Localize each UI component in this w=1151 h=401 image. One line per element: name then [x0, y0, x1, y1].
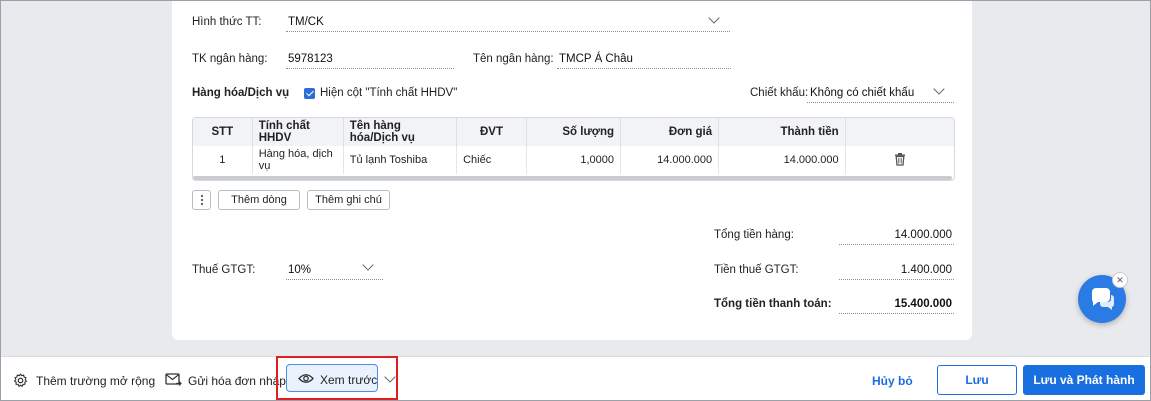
- payment-method-label: Hình thức TT:: [192, 16, 262, 28]
- footer-toolbar: Thêm trường mở rộng Gửi hóa đơn nháp Xem…: [1, 356, 1150, 400]
- preview-label: Xem trước: [320, 373, 378, 387]
- discount-select[interactable]: Không có chiết khấu: [810, 87, 914, 99]
- add-row-button[interactable]: Thêm dòng: [218, 190, 300, 210]
- vat-amount-label: Tiền thuế GTGT:: [714, 264, 799, 276]
- invoice-window: Hình thức TT: TM/CK TK ngân hàng: 597812…: [0, 0, 1151, 401]
- col-header-stt: STT: [193, 118, 253, 146]
- gear-icon: [13, 373, 28, 387]
- bank-account-input[interactable]: 5978123: [288, 53, 333, 65]
- cell-quantity[interactable]: 1,0000: [526, 146, 622, 174]
- goods-section-title: Hàng hóa/Dịch vụ: [192, 87, 290, 99]
- vat-amount-value: 1.400.000: [900, 264, 952, 276]
- goods-table: STT Tính chất HHDV Tên hàng hóa/Dịch vụ …: [192, 117, 955, 181]
- discount-label: Chiết khấu:: [750, 87, 809, 99]
- bank-account-label: TK ngân hàng:: [192, 53, 268, 65]
- bank-account-underline: [286, 68, 454, 69]
- col-header-name: Tên hàng hóa/Dịch vụ: [343, 118, 458, 146]
- close-icon[interactable]: ✕: [1112, 272, 1128, 288]
- vat-rate-label: Thuế GTGT:: [192, 264, 256, 276]
- payment-method-underline: [286, 31, 730, 32]
- col-header-nature: Tính chất HHDV: [252, 118, 344, 146]
- cancel-button[interactable]: Hủy bỏ: [872, 374, 913, 388]
- vat-rate-underline: [286, 279, 383, 280]
- goods-total-label: Tổng tiền hàng:: [714, 229, 794, 241]
- col-header-amount: Thành tiền: [718, 118, 846, 146]
- vat-amount-underline: [839, 279, 954, 280]
- bank-name-underline: [557, 68, 731, 69]
- cell-unit-price[interactable]: 14.000.000: [620, 146, 720, 174]
- goods-total-value: 14.000.000: [894, 229, 952, 241]
- discount-underline: [807, 102, 954, 103]
- add-note-button[interactable]: Thêm ghi chú: [307, 190, 390, 210]
- table-horizontal-scrollbar[interactable]: [193, 176, 952, 180]
- extend-fields-button[interactable]: Thêm trường mở rộng: [36, 374, 155, 388]
- payment-method-select[interactable]: TM/CK: [288, 16, 324, 28]
- eye-icon: [298, 374, 314, 383]
- cell-unit[interactable]: Chiếc: [456, 146, 527, 174]
- col-header-actions: [845, 118, 954, 146]
- table-header-row: STT Tính chất HHDV Tên hàng hóa/Dịch vụ …: [193, 118, 954, 146]
- save-button[interactable]: Lưu: [937, 365, 1017, 395]
- trash-icon[interactable]: [893, 152, 907, 166]
- vat-rate-select[interactable]: 10%: [288, 264, 311, 276]
- send-draft-button[interactable]: Gửi hóa đơn nháp: [188, 374, 286, 388]
- cell-stt: 1: [193, 146, 253, 174]
- col-header-quantity: Số lượng: [526, 118, 622, 146]
- checkbox-checked-icon[interactable]: [304, 88, 315, 99]
- grand-total-underline: [839, 313, 954, 314]
- table-row[interactable]: 1 Hàng hóa, dịch vụ Tủ lạnh Toshiba Chiế…: [193, 146, 954, 174]
- cell-nature[interactable]: Hàng hóa, dịch vụ: [252, 146, 344, 174]
- cell-name[interactable]: Tủ lạnh Toshiba: [343, 146, 458, 174]
- cell-actions: [845, 146, 954, 174]
- goods-total-underline: [839, 244, 954, 245]
- goods-table-grid: STT Tính chất HHDV Tên hàng hóa/Dịch vụ …: [193, 118, 954, 174]
- save-and-issue-button[interactable]: Lưu và Phát hành: [1023, 365, 1145, 395]
- bank-name-label: Tên ngân hàng:: [473, 53, 554, 65]
- col-header-unit: ĐVT: [456, 118, 527, 146]
- show-column-label: Hiện cột "Tính chất HHDV": [320, 87, 458, 99]
- bank-name-input[interactable]: TMCP Á Châu: [559, 53, 633, 65]
- mail-send-icon: [165, 373, 182, 386]
- cell-amount[interactable]: 14.000.000: [718, 146, 846, 174]
- grand-total-label: Tổng tiền thanh toán:: [714, 298, 832, 310]
- col-header-unit-price: Đơn giá: [620, 118, 720, 146]
- preview-button[interactable]: Xem trước: [286, 364, 378, 392]
- more-vertical-icon[interactable]: [192, 190, 211, 210]
- grand-total-value: 15.400.000: [894, 298, 952, 310]
